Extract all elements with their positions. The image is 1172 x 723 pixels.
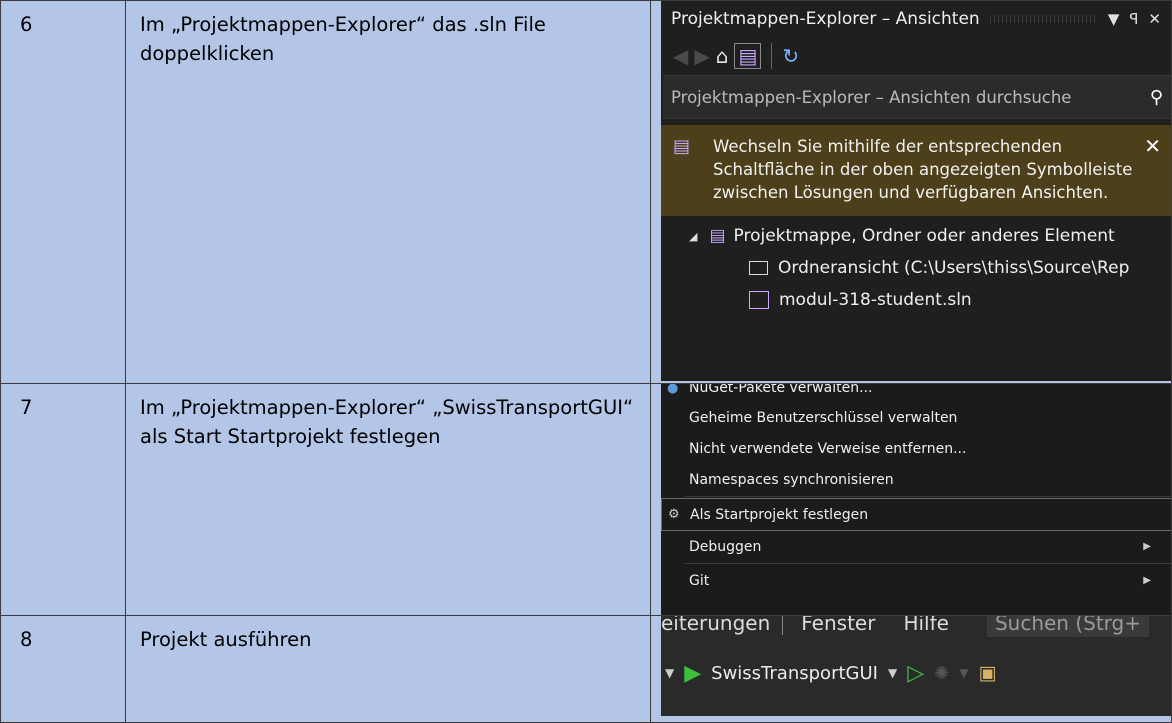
forward-icon[interactable]: ▶ [694,44,709,68]
search-input[interactable]: Projektmappen-Explorer – Ansichten durch… [663,75,1171,119]
gear-icon: ⚙ [668,507,680,522]
menu-item-git[interactable]: Git ▶ [661,565,1171,596]
vs-toolbar: eiterungen Fenster Hilfe Suchen (Strg+ ▼… [661,616,1171,716]
chevron-down-icon[interactable]: ▼ [959,666,968,680]
menu-item-label: Nicht verwendete Verweise entfernen... [689,440,967,457]
close-icon[interactable]: ✕ [1148,10,1161,28]
tree-item-folder-view[interactable]: Ordneransicht (C:\Users\thiss\Source\Rep [661,252,1171,284]
start-debugging-icon[interactable]: ▶ [684,661,701,686]
step-description: Im „Projektmappen-Explorer“ das .sln Fil… [140,13,546,65]
menu-item-label: Git [689,572,710,589]
tree-item-root[interactable]: ◢ ▤ Projektmappe, Ordner oder anderes El… [661,220,1171,252]
refresh-icon[interactable]: ↻ [782,44,799,68]
folder-search-icon[interactable]: ▣ [978,662,996,684]
solution-switch-icon[interactable]: ▤ [734,43,762,69]
menu-bar: eiterungen Fenster Hilfe Suchen (Strg+ [661,616,1171,639]
hot-reload-icon[interactable]: ✺ [934,663,949,684]
search-box[interactable]: Suchen (Strg+ [986,616,1149,637]
startup-project-label[interactable]: SwissTransportGUI [711,663,878,684]
tree-item-label: Projektmappe, Ordner oder anderes Elemen… [733,226,1115,246]
step-number: 8 [20,628,33,651]
step-number: 6 [20,13,33,36]
row-6-screenshot-cell: Projektmappen-Explorer – Ansichten ▼ ꟼ ✕… [650,0,1172,384]
close-icon[interactable]: ✕ [1137,135,1161,204]
step-description: Projekt ausführen [140,628,312,651]
row-8-description-cell: Projekt ausführen [125,615,651,723]
menu-help[interactable]: Hilfe [903,617,949,636]
back-icon[interactable]: ◀ [673,44,688,68]
menu-item-secrets[interactable]: Geheime Benutzerschlüssel verwalten [661,402,1171,433]
search-icon[interactable]: ⚲ [1150,87,1163,108]
tree-item-label: modul-318-student.sln [779,290,972,310]
start-without-debugging-icon[interactable]: ▷ [907,661,924,686]
tree-item-solution-file[interactable]: modul-318-student.sln [661,284,1171,316]
menu-item-sync-namespaces[interactable]: Namespaces synchronisieren [661,464,1171,495]
solution-icon: ▤ [709,226,726,246]
menu-item-debug[interactable]: Debuggen ▶ [661,531,1171,562]
submenu-arrow-icon: ▶ [1143,541,1151,552]
instruction-table: 6 Im „Projektmappen-Explorer“ das .sln F… [0,0,1172,723]
row-7-description-cell: Im „Projektmappen-Explorer“ „SwissTransp… [125,383,651,616]
menu-item-label: NuGet-Pakete verwalten... [689,383,873,397]
tree-item-label: Ordneransicht (C:\Users\thiss\Source\Rep [778,258,1130,278]
context-menu: ● NuGet-Pakete verwalten... Geheime Benu… [661,383,1171,615]
home-icon[interactable]: ⌂ [716,44,729,68]
step-number: 7 [20,396,33,419]
panel-title-bar: Projektmappen-Explorer – Ansichten ▼ ꟼ ✕ [661,1,1171,37]
toolbar-separator [771,43,773,69]
menu-window[interactable]: Fenster [801,617,875,636]
menu-item-set-startup[interactable]: ⚙ Als Startprojekt festlegen [661,498,1171,531]
row-6-description-cell: Im „Projektmappen-Explorer“ das .sln Fil… [125,0,651,384]
pin-icon[interactable]: ꟼ [1129,10,1138,28]
row-6-number-cell: 6 [0,0,126,384]
menu-item-label: Geheime Benutzerschlüssel verwalten [689,409,958,426]
solution-icon: ▤ [673,136,691,157]
menu-separator [685,496,1171,497]
submenu-arrow-icon: ▶ [1143,575,1151,586]
row-8-number-cell: 8 [0,615,126,723]
menu-item-label: Debuggen [689,538,762,555]
step-description: Im „Projektmappen-Explorer“ „SwissTransp… [140,396,634,448]
chevron-down-icon[interactable]: ▼ [665,666,674,680]
sln-file-icon [749,291,769,309]
menu-separator [685,563,1171,564]
solution-explorer-panel: Projektmappen-Explorer – Ansichten ▼ ꟼ ✕… [661,1,1171,381]
run-toolbar: ▼ ▶ SwissTransportGUI ▼ ▷ ✺ ▼ ▣ [661,638,1171,708]
info-text: Wechseln Sie mithilfe der entsprechenden… [713,137,1133,202]
menu-item-remove-refs[interactable]: Nicht verwendete Verweise entfernen... [661,433,1171,464]
row-7-number-cell: 7 [0,383,126,616]
menu-item-label: Als Startprojekt festlegen [690,506,869,523]
dropdown-icon[interactable]: ▼ [1108,10,1120,28]
row-8-screenshot-cell: eiterungen Fenster Hilfe Suchen (Strg+ ▼… [650,615,1172,723]
chevron-down-icon[interactable]: ▼ [888,666,897,680]
panel-toolbar: ◀ ▶ ⌂ ▤ ↻ [661,37,1171,75]
search-placeholder: Projektmappen-Explorer – Ansichten durch… [671,87,1072,107]
drag-grip[interactable] [989,15,1098,23]
collapse-arrow-icon[interactable]: ◢ [689,230,697,243]
row-7-screenshot-cell: ● NuGet-Pakete verwalten... Geheime Benu… [650,383,1172,616]
info-banner: ▤ Wechseln Sie mithilfe der entsprechend… [661,125,1171,216]
nuget-icon: ● [667,383,679,397]
menu-item-nuget[interactable]: ● NuGet-Pakete verwalten... [661,383,1171,403]
menu-item-label: Namespaces synchronisieren [689,471,894,488]
panel-title: Projektmappen-Explorer – Ansichten [671,9,980,29]
folder-icon [749,261,768,275]
menu-extensions[interactable]: eiterungen [661,616,784,635]
